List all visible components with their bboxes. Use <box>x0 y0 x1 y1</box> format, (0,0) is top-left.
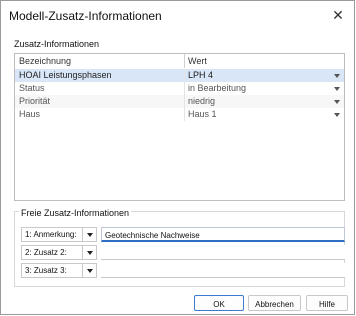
text-field[interactable] <box>101 227 345 242</box>
dialog-window: Modell-Zusatz-Informationen ✕ Zusatz-Inf… <box>0 0 355 315</box>
chevron-down-icon[interactable] <box>332 97 341 106</box>
table-row[interactable]: Status in Bearbeitung <box>15 82 344 95</box>
chevron-down-icon[interactable] <box>82 246 96 259</box>
row-value[interactable]: in Bearbeitung <box>188 83 246 93</box>
row-name: Priorität <box>19 96 51 106</box>
column-header-name[interactable]: Bezeichnung <box>19 56 71 66</box>
combo-label: 1: Anmerkung: <box>25 230 77 239</box>
window-title: Modell-Zusatz-Informationen <box>9 9 162 23</box>
anmerkung-input[interactable] <box>102 229 341 241</box>
combo-label: 3: Zusatz 3: <box>25 266 67 275</box>
table-header: Bezeichnung Wert <box>15 54 344 70</box>
table-row[interactable]: Priorität niedrig <box>15 95 344 108</box>
row-value[interactable]: niedrig <box>188 96 215 106</box>
combo-label: 2: Zusatz 2: <box>25 248 67 257</box>
chevron-down-icon[interactable] <box>332 84 341 93</box>
text-field[interactable] <box>101 263 345 278</box>
help-button[interactable]: Hilfe <box>306 295 348 311</box>
section-title: Zusatz-Informationen <box>14 39 100 49</box>
row-value[interactable]: Haus 1 <box>188 109 217 119</box>
free-info-row: 1: Anmerkung: <box>21 227 346 242</box>
row-name: Haus <box>19 109 41 119</box>
chevron-down-icon[interactable] <box>332 71 341 80</box>
free-info-row: 2: Zusatz 2: <box>21 245 346 260</box>
cancel-button[interactable]: Abbrechen <box>248 295 301 311</box>
properties-table: Bezeichnung Wert HOAI Leistungsphasen LP… <box>14 53 345 201</box>
text-field[interactable] <box>101 245 345 260</box>
row-name: HOAI Leistungsphasen <box>19 70 112 80</box>
label-combo[interactable]: 2: Zusatz 2: <box>21 245 97 260</box>
chevron-down-icon[interactable] <box>332 110 341 119</box>
free-info-title: Freie Zusatz-Informationen <box>19 208 132 218</box>
row-value[interactable]: LPH 4 <box>188 70 213 80</box>
title-bar: Modell-Zusatz-Informationen ✕ <box>1 1 354 31</box>
chevron-down-icon[interactable] <box>82 264 96 277</box>
free-info-row: 3: Zusatz 3: <box>21 263 346 278</box>
row-name: Status <box>19 83 45 93</box>
column-header-value[interactable]: Wert <box>188 56 207 66</box>
table-row[interactable]: Haus Haus 1 <box>15 108 344 121</box>
label-combo[interactable]: 3: Zusatz 3: <box>21 263 97 278</box>
label-combo[interactable]: 1: Anmerkung: <box>21 227 97 242</box>
zusatz3-input[interactable] <box>101 264 340 276</box>
chevron-down-icon[interactable] <box>82 228 96 241</box>
zusatz2-input[interactable] <box>101 246 340 258</box>
table-row[interactable]: HOAI Leistungsphasen LPH 4 <box>15 69 344 82</box>
ok-button[interactable]: OK <box>194 295 244 311</box>
close-icon[interactable]: ✕ <box>331 7 345 23</box>
